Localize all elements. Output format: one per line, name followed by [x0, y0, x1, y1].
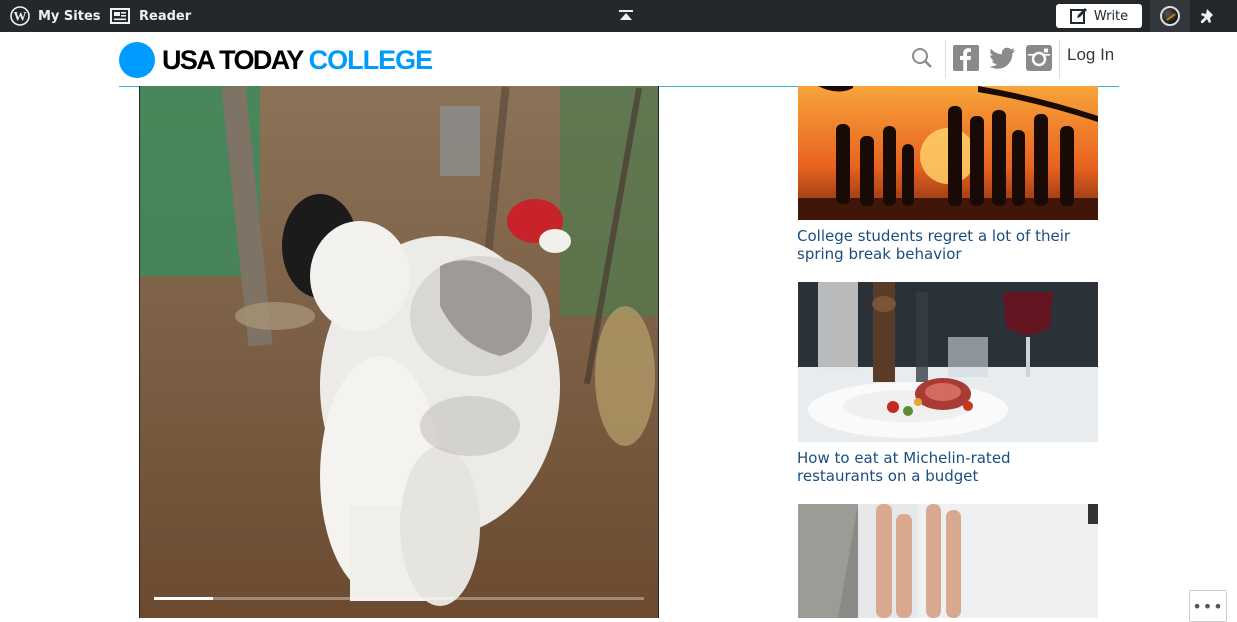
write-button[interactable]: Write — [1056, 4, 1142, 28]
notifications-icon[interactable] — [1198, 0, 1218, 32]
toggle-bar-icon[interactable] — [618, 0, 634, 32]
profile-menu[interactable] — [1150, 0, 1190, 32]
party-silhouette-image — [798, 86, 1098, 220]
video-progress-fill — [154, 597, 213, 600]
video-progress-bar[interactable] — [154, 597, 644, 600]
rooster-video-frame — [140, 86, 658, 618]
article-thumbnail-michelin[interactable] — [798, 282, 1098, 442]
reader-label: Reader — [139, 8, 192, 24]
facebook-icon[interactable] — [953, 44, 979, 72]
write-icon — [1069, 7, 1088, 25]
site-logo[interactable]: USA TODAY COLLEGE — [119, 42, 434, 78]
divider — [945, 40, 946, 78]
reader-icon — [110, 8, 130, 24]
divider — [1059, 40, 1060, 78]
logo-text-usa-today: USA TODAY — [162, 44, 304, 75]
logo-circle-icon — [119, 42, 155, 78]
logo-text-college: COLLEGE — [308, 44, 434, 75]
more-icon[interactable]: ••• — [1189, 590, 1227, 622]
article-thumbnail-spring-break[interactable] — [798, 86, 1098, 220]
write-label: Write — [1093, 8, 1129, 24]
avatar — [1160, 6, 1180, 26]
svg-text:W: W — [14, 9, 27, 24]
twitter-icon[interactable] — [989, 44, 1017, 72]
restaurant-plate-image — [798, 282, 1098, 442]
video-player[interactable] — [139, 86, 659, 618]
wordpress-icon: W — [10, 6, 30, 26]
feet-on-bed-image — [798, 504, 1098, 618]
my-sites-label: My Sites — [38, 8, 101, 24]
my-sites-menu[interactable]: W My Sites — [10, 0, 101, 32]
admin-bar: W My Sites Reader Write — [0, 0, 1237, 32]
site-header: USA TODAY COLLEGE Log In — [119, 32, 1119, 87]
instagram-icon[interactable] — [1026, 44, 1052, 72]
reader-menu[interactable]: Reader — [110, 0, 191, 32]
search-icon[interactable] — [909, 44, 935, 72]
article-thumbnail-feet[interactable] — [798, 504, 1098, 618]
article-title-michelin[interactable]: How to eat at Michelin-rated restaurants… — [797, 449, 1097, 485]
article-title-spring-break[interactable]: College students regret a lot of their s… — [797, 227, 1097, 263]
login-link[interactable]: Log In — [1067, 45, 1114, 65]
